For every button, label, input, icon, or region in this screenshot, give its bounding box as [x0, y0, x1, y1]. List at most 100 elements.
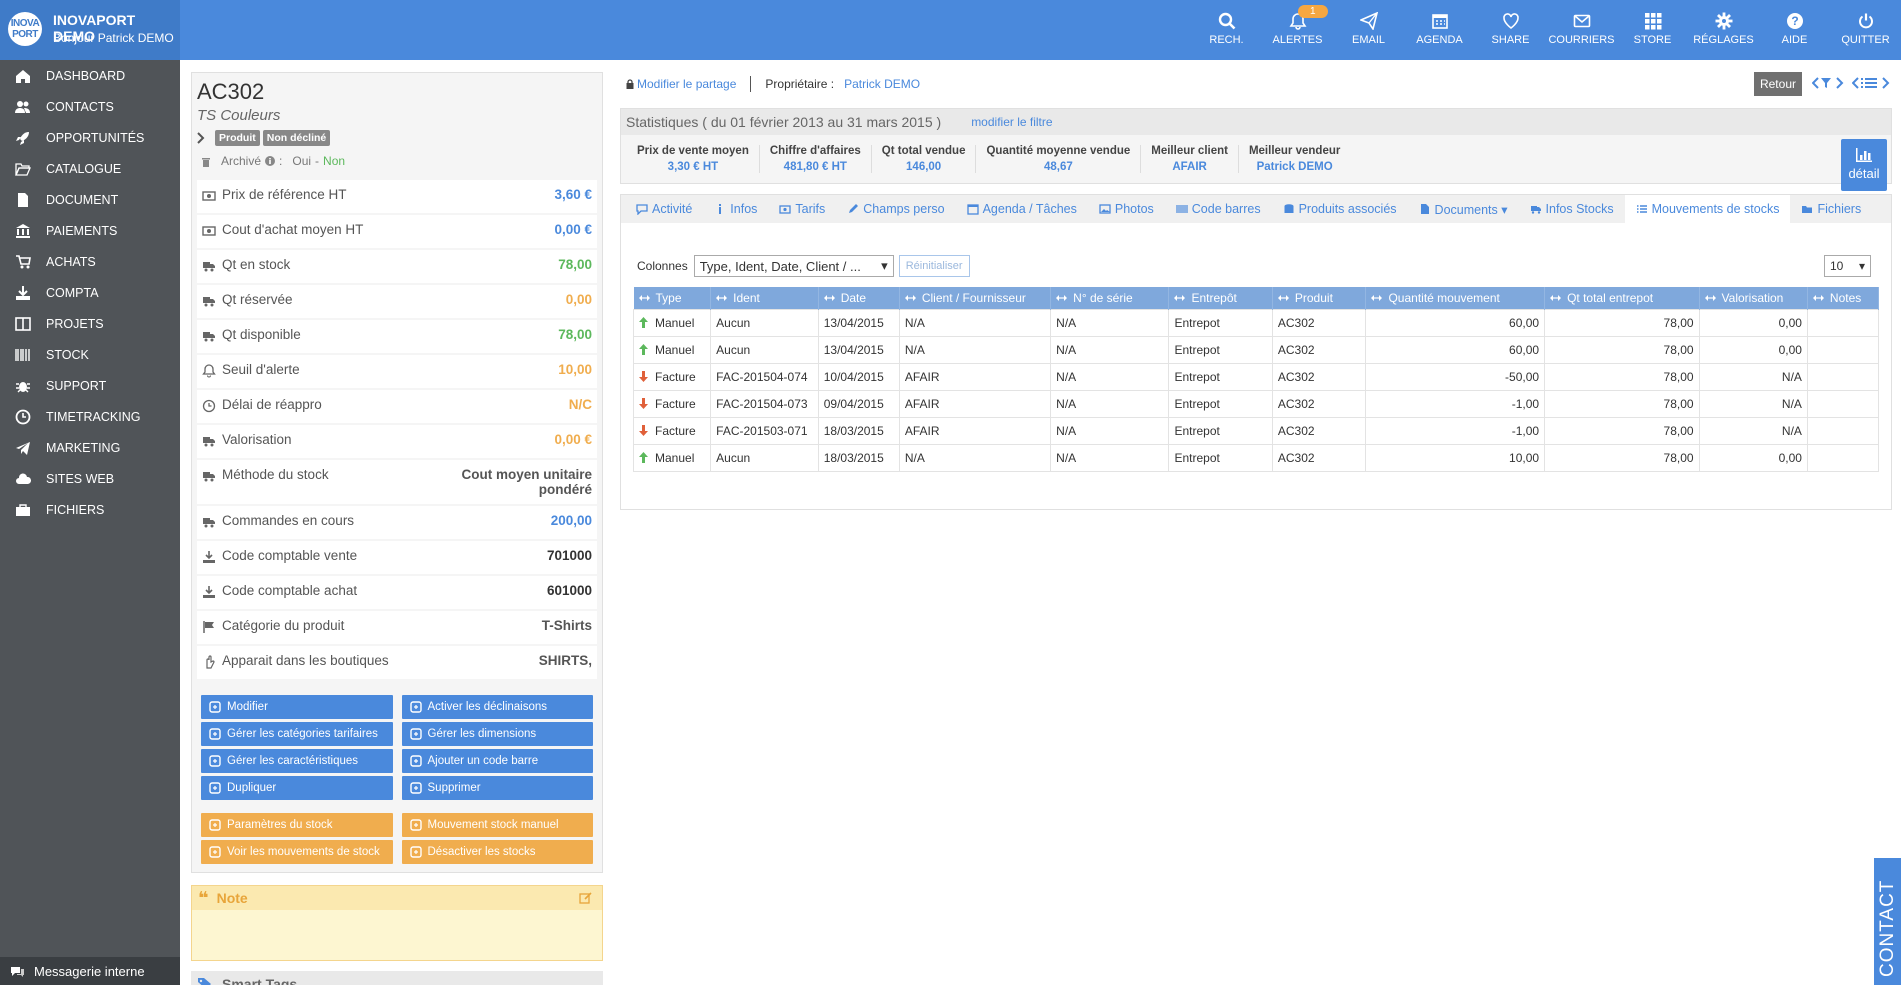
archived-yes[interactable]: Oui [292, 154, 311, 168]
cell-product: AC302 [1271, 362, 1367, 391]
ajouter-un-code-barre-button[interactable]: Ajouter un code barre [401, 749, 593, 773]
tab-tarifs[interactable]: Tarifs [768, 195, 836, 223]
table-row[interactable]: Facture FAC-201504-074 10/04/2015 AFAIR N/A E… [632, 362, 1880, 391]
sidebar-item-fichiers[interactable]: FICHIERS [0, 494, 180, 525]
sidebar-item-catalogue[interactable]: CATALOGUE [0, 153, 180, 184]
brand[interactable]: INOVA PORT INOVAPORT DEMO Bonjour Patrick… [0, 0, 180, 60]
prev-filtered-icon[interactable] [1811, 76, 1844, 93]
supprimer-button[interactable]: Supprimer [401, 776, 593, 800]
property-row: Qt disponible 78,00 [197, 320, 597, 355]
sidebar-item-contacts[interactable]: CONTACTS [0, 91, 180, 122]
topnav-power[interactable]: QUITTER [1830, 0, 1901, 60]
stat-value[interactable]: Patrick DEMO [1249, 161, 1340, 173]
column-header[interactable]: N° de série [1050, 287, 1170, 309]
file-icon [0, 192, 46, 208]
columns-select[interactable]: Type, Ident, Date, Client / ... ▾ [693, 255, 894, 277]
cell-notes [1806, 362, 1880, 391]
tab-fichiers[interactable]: Fichiers [1790, 195, 1872, 223]
contact-tab[interactable]: CONTACT [1874, 858, 1901, 985]
tab-agenda-taches[interactable]: Agenda / Tâches [956, 195, 1088, 223]
truck-icon [202, 432, 222, 451]
column-header[interactable]: Type [633, 287, 712, 309]
parametres-du-stock-button[interactable]: Paramètres du stock [201, 813, 393, 837]
tab-infos-stocks[interactable]: Infos Stocks [1519, 195, 1625, 223]
sidebar-item-achats[interactable]: ACHATS [0, 246, 180, 277]
column-header[interactable]: Notes [1807, 287, 1880, 309]
sidebar-item-support[interactable]: SUPPORT [0, 370, 180, 401]
owner-link[interactable]: Patrick DEMO [844, 77, 920, 91]
gerer-les-caracteristiques-button[interactable]: Gérer les caractéristiques [201, 749, 393, 773]
stat-value[interactable]: AFAIR [1151, 161, 1228, 173]
internal-messaging[interactable]: Messagerie interne [0, 957, 180, 985]
sidebar-item-opportunit-s[interactable]: OPPORTUNITÉS [0, 122, 180, 153]
archived-no[interactable]: Non [323, 154, 345, 168]
table-row[interactable]: Facture FAC-201503-071 18/03/2015 AFAIR N/A E… [632, 416, 1880, 445]
topnav-mail[interactable]: COURRIERS [1546, 0, 1617, 60]
sidebar-item-document[interactable]: DOCUMENT [0, 184, 180, 215]
table-row[interactable]: Facture FAC-201504-073 09/04/2015 AFAIR N/A E… [632, 389, 1880, 418]
sidebar-item-sites-web[interactable]: SITES WEB [0, 463, 180, 494]
property-row: Prix de référence HT 3,60 € [197, 180, 597, 215]
modifier-button[interactable]: Modifier [201, 695, 393, 719]
back-button[interactable]: Retour [1753, 72, 1802, 96]
paper-plane-icon [0, 440, 46, 456]
topnav-search[interactable]: RECH. [1191, 0, 1262, 60]
column-header[interactable]: Date [818, 287, 900, 309]
column-header[interactable]: Ident [710, 287, 819, 309]
column-header[interactable]: Qt total entrepot [1544, 287, 1700, 309]
list-icon [1636, 203, 1648, 215]
cell-warehouse: Entrepot [1168, 362, 1273, 391]
topnav-grid[interactable]: STORE [1617, 0, 1688, 60]
gerer-les-dimensions-button[interactable]: Gérer les dimensions [401, 722, 593, 746]
topnav-calendar[interactable]: AGENDA [1404, 0, 1475, 60]
tab-champs-perso[interactable]: Champs perso [836, 195, 955, 223]
mouvement-stock-manuel-button[interactable]: Mouvement stock manuel [401, 813, 593, 837]
tab-activite[interactable]: Activité [625, 195, 703, 223]
edit-note-icon[interactable] [579, 891, 592, 907]
dupliquer-button[interactable]: Dupliquer [201, 776, 393, 800]
column-header[interactable]: Entrepôt [1168, 287, 1273, 309]
column-header[interactable]: Valorisation [1699, 287, 1808, 309]
prev-list-icon[interactable] [1851, 76, 1892, 93]
topnav-gear[interactable]: RÉGLAGES [1688, 0, 1759, 60]
column-header[interactable]: Quantité mouvement [1365, 287, 1546, 309]
sidebar-item-marketing[interactable]: MARKETING [0, 432, 180, 463]
table-row[interactable]: Manuel Aucun 18/03/2015 N/A N/A Entrepot AC302… [632, 443, 1880, 472]
property-value: 200,00 [550, 513, 592, 528]
desactiver-les-stocks-button[interactable]: Désactiver les stocks [401, 840, 593, 864]
sidebar-item-stock[interactable]: STOCK [0, 339, 180, 370]
page-size-select[interactable]: 10 ▾ [1824, 255, 1871, 277]
detail-button[interactable]: détail [1841, 139, 1887, 191]
voir-les-mouvements-de-stock-button[interactable]: Voir les mouvements de stock [201, 840, 393, 864]
activer-les-declinaisons-button[interactable]: Activer les déclinaisons [401, 695, 593, 719]
property-row: Délai de réappro N/C [197, 390, 597, 425]
tab-documents[interactable]: Documents ▾ [1408, 195, 1519, 223]
table-row[interactable]: Manuel Aucun 13/04/2015 N/A N/A Entrepot AC302… [632, 308, 1880, 337]
tab-produits-associes[interactable]: Produits associés [1272, 195, 1408, 223]
modify-share-link[interactable]: Modifier le partage [637, 77, 736, 91]
sidebar-item-paiements[interactable]: PAIEMENTS [0, 215, 180, 246]
property-value: 78,00 [558, 257, 592, 272]
tab-infos[interactable]: Infos [703, 195, 768, 223]
column-header[interactable]: Client / Fournisseur [899, 287, 1052, 309]
smart-tags-header[interactable]: Smart Tags [191, 971, 603, 985]
topnav-send[interactable]: EMAIL [1333, 0, 1404, 60]
sidebar-item-timetracking[interactable]: TIMETRACKING [0, 401, 180, 432]
table-row[interactable]: Manuel Aucun 13/04/2015 N/A N/A Entrepot AC302… [632, 335, 1880, 364]
modify-filter-link[interactable]: modifier le filtre [971, 115, 1052, 129]
cell-date: 13/04/2015 [817, 335, 900, 364]
gerer-les-categories-tarifaires-button[interactable]: Gérer les catégories tarifaires [201, 722, 393, 746]
topnav-bell[interactable]: ALERTES 1 [1262, 0, 1333, 60]
expand-chevron-icon[interactable] [197, 132, 215, 144]
topnav-heart[interactable]: SHARE [1475, 0, 1546, 60]
tab-code-barres[interactable]: Code barres [1165, 195, 1272, 223]
topnav-help[interactable]: ? AIDE [1759, 0, 1830, 60]
reset-columns-button[interactable]: Réinitialiser [898, 255, 970, 277]
tab-mouvements-de-stocks[interactable]: Mouvements de stocks [1624, 195, 1791, 223]
stock-action-buttons: Paramètres du stock Mouvement stock manue… [197, 813, 597, 864]
column-header[interactable]: Produit [1272, 287, 1367, 309]
sidebar-item-dashboard[interactable]: DASHBOARD [0, 60, 180, 91]
sidebar-item-compta[interactable]: COMPTA [0, 277, 180, 308]
sidebar-item-projets[interactable]: PROJETS [0, 308, 180, 339]
tab-photos[interactable]: Photos [1088, 195, 1165, 223]
